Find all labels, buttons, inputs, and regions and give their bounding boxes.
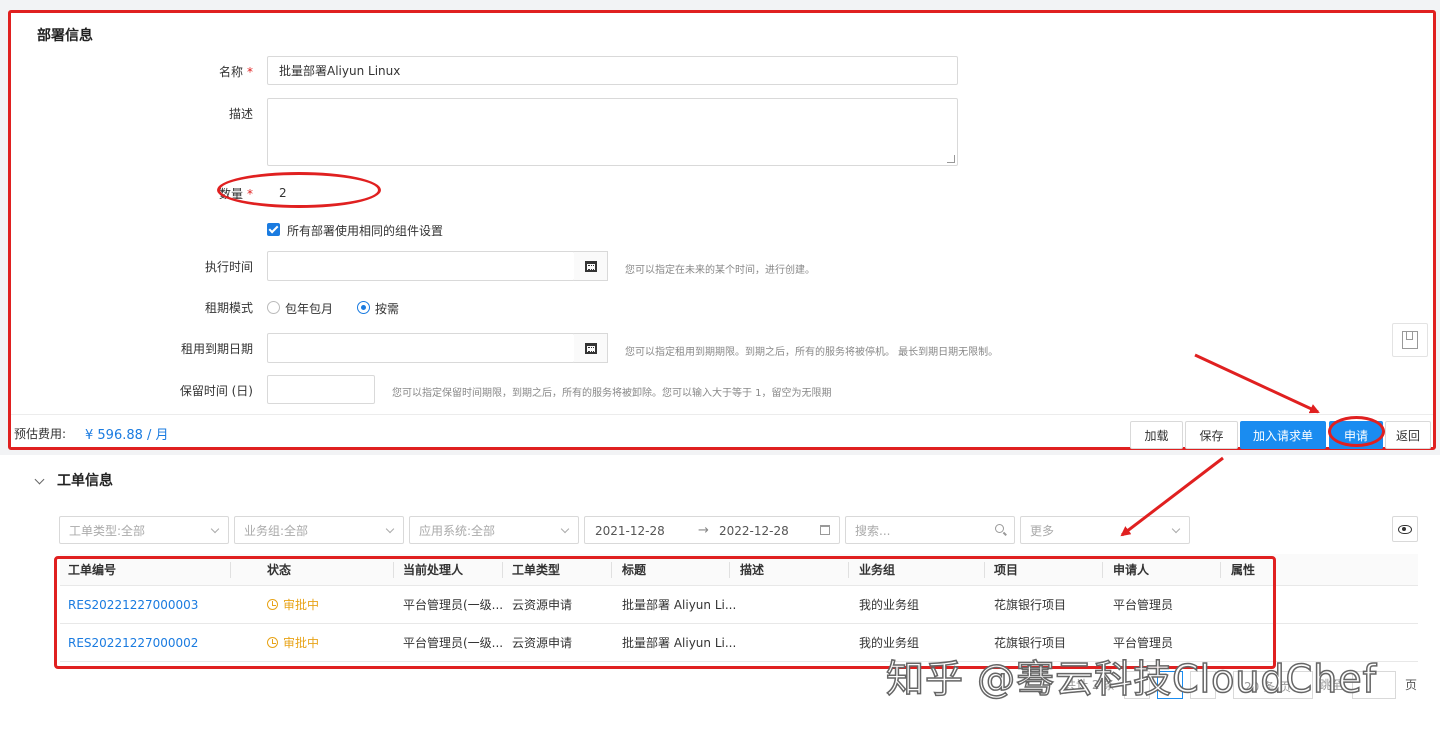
clock-icon xyxy=(267,637,278,648)
deploy-section-title: 部署信息 xyxy=(37,28,93,44)
load-button[interactable]: 加载 xyxy=(1130,421,1183,449)
watermark-text: 知乎 @骞云科技CloudChef xyxy=(885,656,1377,702)
description-textarea[interactable] xyxy=(267,98,958,166)
project-cell: 花旗银行项目 xyxy=(994,598,1067,612)
handler-cell: 平台管理员(一级... xyxy=(403,598,504,612)
column-header[interactable]: 工单编号 xyxy=(68,554,116,585)
retain-days-input[interactable] xyxy=(267,375,375,404)
group-cell: 我的业务组 xyxy=(859,598,920,612)
app-system-filter[interactable]: 应用系统:全部 xyxy=(409,516,579,544)
status-badge: 审批中 xyxy=(267,586,319,623)
lease-monthly-radio[interactable] xyxy=(267,301,280,314)
type-cell: 云资源申请 xyxy=(512,598,573,612)
lease-monthly-label: 包年包月 xyxy=(285,302,334,316)
deploy-info-panel: 部署信息 名称 * 批量部署Aliyun Linux 描述 数量 * 2 所有部署使… xyxy=(8,10,1436,450)
expire-date-input[interactable] xyxy=(267,333,575,363)
back-button[interactable]: 返回 xyxy=(1385,421,1431,449)
date-from[interactable]: 2021-12-28 xyxy=(595,524,665,538)
calendar-icon xyxy=(584,342,597,354)
work-order-section-title: 工单信息 xyxy=(57,473,113,489)
estimated-fee-value: ¥ 596.88 / 月 xyxy=(85,428,169,443)
collapse-chevron-icon[interactable] xyxy=(34,474,45,485)
same-settings-checkbox[interactable] xyxy=(267,223,280,236)
column-header[interactable]: 当前处理人 xyxy=(403,554,463,585)
bookmark-icon xyxy=(1402,331,1418,349)
chevron-down-icon xyxy=(210,524,220,534)
search-input[interactable]: 搜索... xyxy=(845,516,1015,544)
chevron-down-icon xyxy=(1171,524,1181,534)
table-header: 工单编号 状态 当前处理人 工单类型 标题 描述 业务组 项目 申请人 属性 xyxy=(60,554,1418,586)
chevron-down-icon xyxy=(385,524,395,534)
column-header[interactable]: 业务组 xyxy=(859,554,895,585)
lease-ondemand-label: 按需 xyxy=(375,302,400,316)
save-button[interactable]: 保存 xyxy=(1185,421,1238,449)
handler-cell: 平台管理员(一级... xyxy=(403,636,504,650)
apply-button[interactable]: 申请 xyxy=(1329,421,1383,449)
column-header[interactable]: 标题 xyxy=(622,554,646,585)
clock-icon xyxy=(267,599,278,610)
business-group-filter[interactable]: 业务组:全部 xyxy=(234,516,404,544)
eye-icon xyxy=(1398,524,1412,534)
name-input[interactable]: 批量部署Aliyun Linux xyxy=(267,56,958,85)
quantity-input[interactable]: 2 xyxy=(267,179,377,207)
applicant-cell: 平台管理员 xyxy=(1113,598,1174,612)
retain-days-hint: 您可以指定保留时间期限，到期之后，所有的服务将被卸除。您可以输入大于等于 1，留… xyxy=(392,388,832,399)
pager-page-unit: 页 xyxy=(1405,678,1418,692)
estimated-fee-label: 预估费用: xyxy=(14,427,67,441)
column-visibility-button[interactable] xyxy=(1392,516,1418,542)
title-cell: 批量部署 Aliyun Li... xyxy=(622,598,737,612)
column-header[interactable]: 状态 xyxy=(267,554,291,585)
add-to-request-button[interactable]: 加入请求单 xyxy=(1240,421,1326,449)
quantity-label: 数量 * xyxy=(218,187,253,201)
date-arrow: → xyxy=(698,523,709,538)
order-id-link[interactable]: RES20221227000003 xyxy=(68,586,198,623)
date-to[interactable]: 2022-12-28 xyxy=(719,524,789,538)
expire-date-calendar-button[interactable] xyxy=(574,333,608,363)
lease-ondemand-radio[interactable] xyxy=(357,301,370,314)
name-label: 名称 * xyxy=(218,65,253,79)
more-filter[interactable]: 更多 xyxy=(1020,516,1190,544)
lease-mode-label: 租期模式 xyxy=(204,301,253,315)
same-settings-label: 所有部署使用相同的组件设置 xyxy=(287,224,444,238)
retain-days-label: 保留时间 (日) xyxy=(179,384,253,398)
exec-time-hint: 您可以指定在未来的某个时间，进行创建。 xyxy=(625,265,815,276)
bookmark-button[interactable] xyxy=(1392,323,1428,357)
chevron-down-icon xyxy=(560,524,570,534)
search-icon xyxy=(995,524,1004,533)
type-cell: 云资源申请 xyxy=(512,636,573,650)
column-header[interactable]: 属性 xyxy=(1231,554,1255,585)
work-order-table: 工单编号 状态 当前处理人 工单类型 标题 描述 业务组 项目 申请人 属性 R… xyxy=(60,554,1418,662)
calendar-icon xyxy=(820,525,830,535)
exec-time-label: 执行时间 xyxy=(204,260,253,274)
date-range-picker[interactable]: 2021-12-28 → 2022-12-28 xyxy=(584,516,840,544)
exec-time-input[interactable] xyxy=(267,251,575,281)
description-label: 描述 xyxy=(228,107,253,121)
column-header[interactable]: 工单类型 xyxy=(512,554,560,585)
column-header[interactable]: 项目 xyxy=(994,554,1018,585)
calendar-icon xyxy=(584,260,597,272)
column-header[interactable]: 申请人 xyxy=(1113,554,1149,585)
expire-date-label: 租用到期日期 xyxy=(180,342,253,356)
column-header[interactable]: 描述 xyxy=(740,554,764,585)
status-badge: 审批中 xyxy=(267,624,319,661)
title-cell: 批量部署 Aliyun Li... xyxy=(622,636,737,650)
expire-date-hint: 您可以指定租用到期期限。到期之后，所有的服务将被停机。 最长到期日期无限制。 xyxy=(625,347,999,358)
exec-time-calendar-button[interactable] xyxy=(574,251,608,281)
order-id-link[interactable]: RES20221227000002 xyxy=(68,624,198,661)
order-type-filter[interactable]: 工单类型:全部 xyxy=(59,516,229,544)
deploy-footer-bar: 预估费用: ¥ 596.88 / 月 加载 保存 加入请求单 申请 返回 xyxy=(11,414,1433,449)
resize-handle-icon[interactable] xyxy=(947,155,955,163)
table-row[interactable]: RES20221227000003 审批中 平台管理员(一级... 云资源申请 … xyxy=(60,586,1418,624)
